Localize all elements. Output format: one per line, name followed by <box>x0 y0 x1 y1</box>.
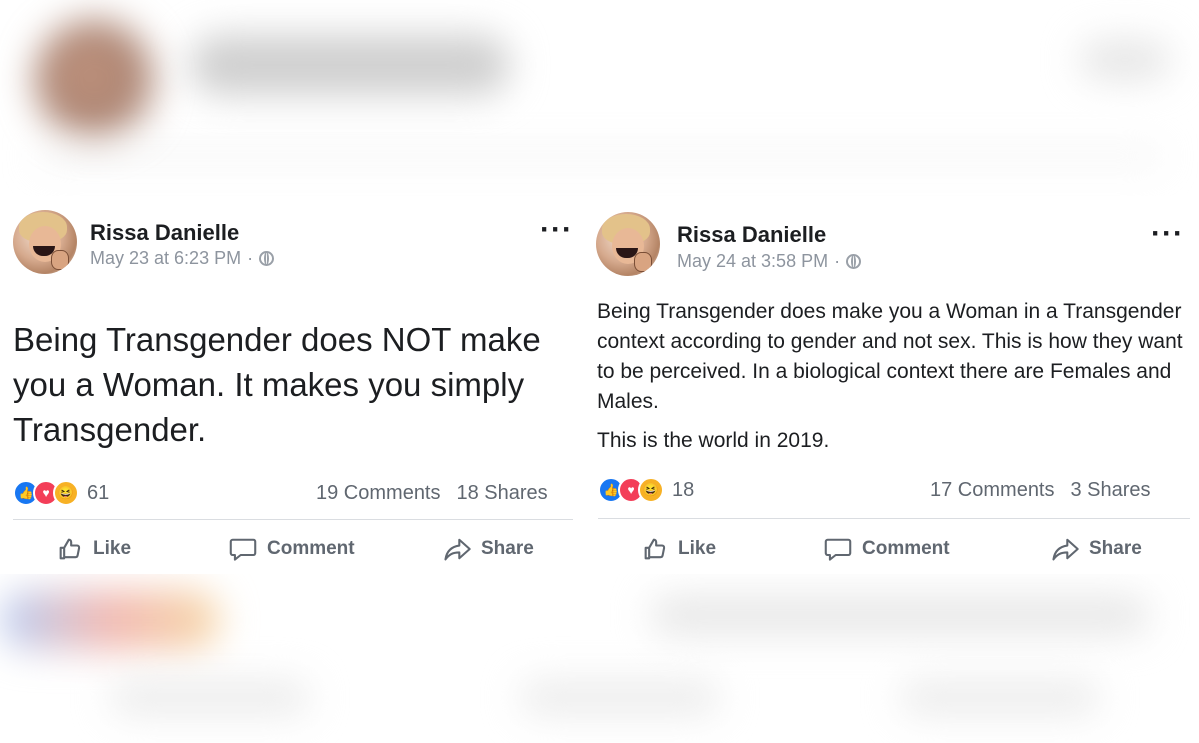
reaction-summary[interactable]: 👍 ♥ 😆 18 <box>598 477 694 503</box>
like-button[interactable]: Like <box>641 535 716 563</box>
share-button[interactable]: Share <box>1050 535 1142 563</box>
blurred-header-right <box>1080 40 1170 80</box>
post-timestamp[interactable]: May 24 at 3:58 PM <box>677 251 828 272</box>
share-icon <box>444 538 471 561</box>
blurred-stats <box>650 595 1150 635</box>
post-stats: 17 Comments 3 Shares <box>930 479 1151 502</box>
share-button[interactable]: Share <box>442 535 534 563</box>
thumbs-up-icon <box>644 538 666 560</box>
post-timestamp[interactable]: May 23 at 6:23 PM <box>90 248 241 269</box>
meta-separator: · <box>834 251 841 271</box>
comment-label: Comment <box>267 538 355 559</box>
comments-count[interactable]: 17 Comments <box>930 479 1055 501</box>
haha-reaction-icon: 😆 <box>53 480 79 506</box>
post-meta: May 24 at 3:58 PM · <box>677 251 862 272</box>
shares-count[interactable]: 3 Shares <box>1071 479 1151 501</box>
author-name[interactable]: Rissa Danielle <box>90 220 239 246</box>
meta-separator: · <box>247 248 254 268</box>
comments-count[interactable]: 19 Comments <box>316 482 441 504</box>
like-label: Like <box>93 538 132 559</box>
share-icon <box>1052 538 1079 561</box>
post-paragraph: This is the world in 2019. <box>597 429 830 452</box>
haha-reaction-icon: 😆 <box>638 477 664 503</box>
avatar[interactable] <box>596 212 660 276</box>
post-text: Being Transgender does NOT make you a Wo… <box>13 321 541 448</box>
blurred-action-2 <box>520 680 720 715</box>
post-card: Rissa Danielle May 23 at 6:23 PM · ··· B… <box>0 196 590 574</box>
reaction-count: 18 <box>672 478 695 501</box>
post-card: Rissa Danielle May 24 at 3:58 PM · ··· B… <box>590 196 1199 574</box>
globe-icon <box>846 254 862 269</box>
post-paragraph: Being Transgender does make you a Woman … <box>597 300 1183 413</box>
reaction-count: 61 <box>87 481 110 504</box>
thumbs-up-icon <box>59 538 81 560</box>
comment-icon <box>229 538 257 561</box>
post-text: Being Transgender does make you a Woman … <box>597 297 1192 456</box>
post-stats: 19 Comments 18 Shares <box>316 482 548 505</box>
divider <box>598 518 1190 519</box>
shares-count[interactable]: 18 Shares <box>457 482 548 504</box>
blurred-avatar <box>35 20 155 140</box>
comment-button[interactable]: Comment <box>823 535 950 563</box>
blurred-divider <box>40 150 1160 162</box>
blurred-reactions <box>0 590 220 650</box>
share-label: Share <box>481 538 534 559</box>
author-name[interactable]: Rissa Danielle <box>677 222 826 248</box>
avatar[interactable] <box>13 210 77 274</box>
reaction-summary[interactable]: 👍 ♥ 😆 61 <box>13 480 109 506</box>
share-label: Share <box>1089 538 1142 559</box>
blurred-action-3 <box>900 680 1100 715</box>
divider <box>13 519 573 520</box>
comment-label: Comment <box>862 538 950 559</box>
blurred-action-1 <box>110 680 310 715</box>
more-options-icon[interactable]: ··· <box>1151 219 1184 249</box>
like-label: Like <box>678 538 717 559</box>
blurred-header <box>190 35 510 95</box>
post-meta: May 23 at 6:23 PM · <box>90 248 275 269</box>
like-button[interactable]: Like <box>56 535 131 563</box>
more-options-icon[interactable]: ··· <box>540 215 573 245</box>
comment-icon <box>824 538 852 561</box>
globe-icon <box>259 251 275 266</box>
comment-button[interactable]: Comment <box>228 535 355 563</box>
